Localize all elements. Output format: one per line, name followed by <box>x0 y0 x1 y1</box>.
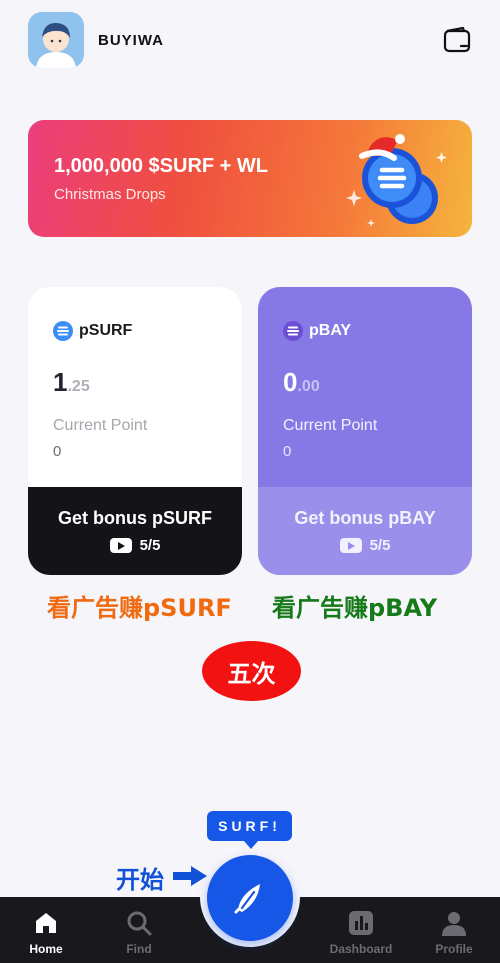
pbay-card: pBAY 0.00 Current Point 0 Get bonus pBAY… <box>258 287 472 575</box>
home-icon <box>32 909 60 937</box>
get-bonus-pbay-button[interactable]: Get bonus pBAY 5/5 <box>258 487 472 575</box>
wallet-button[interactable] <box>442 25 472 55</box>
surfboard-icon <box>234 884 260 914</box>
surf-start-button[interactable] <box>207 855 293 941</box>
psurf-ad-count: 5/5 <box>139 537 161 554</box>
avatar-icon <box>28 12 84 68</box>
nav-dashboard[interactable]: Dashboard <box>326 897 396 963</box>
nav-dashboard-label: Dashboard <box>329 942 393 956</box>
get-bonus-pbay-label: Get bonus pBAY <box>294 508 436 528</box>
pbay-balance-dec: .00 <box>297 378 320 395</box>
pbay-point-value: 0 <box>283 443 292 460</box>
wallet-icon <box>443 26 471 53</box>
psurf-balance-int: 1 <box>53 367 68 397</box>
nav-home[interactable]: Home <box>11 897 81 963</box>
user-icon <box>440 909 468 937</box>
start-annotation: 开始 <box>116 866 164 894</box>
pbay-card-header: pBAY <box>283 321 351 341</box>
psurf-point-value: 0 <box>53 443 62 460</box>
christmas-drops-banner[interactable]: 1,000,000 $SURF + WL Christmas Drops <box>28 120 472 237</box>
times-annotation: 五次 <box>202 641 301 701</box>
psurf-balance-dec: .25 <box>67 378 90 395</box>
surf-coins-icon <box>346 134 447 227</box>
psurf-card: pSURF 1.25 Current Point 0 Get bonus pSU… <box>28 287 242 575</box>
pbay-name: pBAY <box>309 322 352 339</box>
get-bonus-psurf-button[interactable]: Get bonus pSURF 5/5 <box>28 487 242 575</box>
psurf-balance: 1.25 <box>53 367 90 398</box>
get-bonus-psurf-label: Get bonus pSURF <box>58 508 212 528</box>
nav-profile[interactable]: Profile <box>419 897 489 963</box>
video-play-icon <box>109 538 132 553</box>
psurf-name: pSURF <box>79 322 133 339</box>
banner-title: 1,000,000 $SURF + WL <box>54 155 268 177</box>
pbay-annotation: 看广告赚pBAY <box>272 594 438 622</box>
dashboard-icon <box>347 909 375 937</box>
psurf-point-label: Current Point <box>53 417 148 434</box>
arrow-right-icon <box>173 866 207 886</box>
pbay-ad-count: 5/5 <box>369 537 391 554</box>
pbay-balance-int: 0 <box>283 367 298 397</box>
surf-tooltip: SURF! <box>207 811 292 849</box>
header: BUYIWA <box>28 12 472 68</box>
psurf-ad-counter: 5/5 <box>109 537 161 554</box>
video-play-icon <box>339 538 362 553</box>
avatar[interactable] <box>28 12 84 68</box>
pbay-point-label: Current Point <box>283 417 378 434</box>
nav-find[interactable]: Find <box>104 897 174 963</box>
pbay-coin-icon <box>283 321 303 341</box>
username: BUYIWA <box>98 31 164 49</box>
pbay-ad-counter: 5/5 <box>339 537 391 554</box>
nav-find-label: Find <box>126 942 152 956</box>
nav-profile-label: Profile <box>435 942 473 956</box>
psurf-annotation: 看广告赚pSURF <box>47 594 232 622</box>
nav-home-label: Home <box>29 942 63 956</box>
pbay-balance: 0.00 <box>283 367 320 398</box>
banner-subtitle: Christmas Drops <box>54 186 166 203</box>
psurf-card-header: pSURF <box>53 321 132 341</box>
psurf-coin-icon <box>53 321 73 341</box>
search-icon <box>125 909 153 937</box>
